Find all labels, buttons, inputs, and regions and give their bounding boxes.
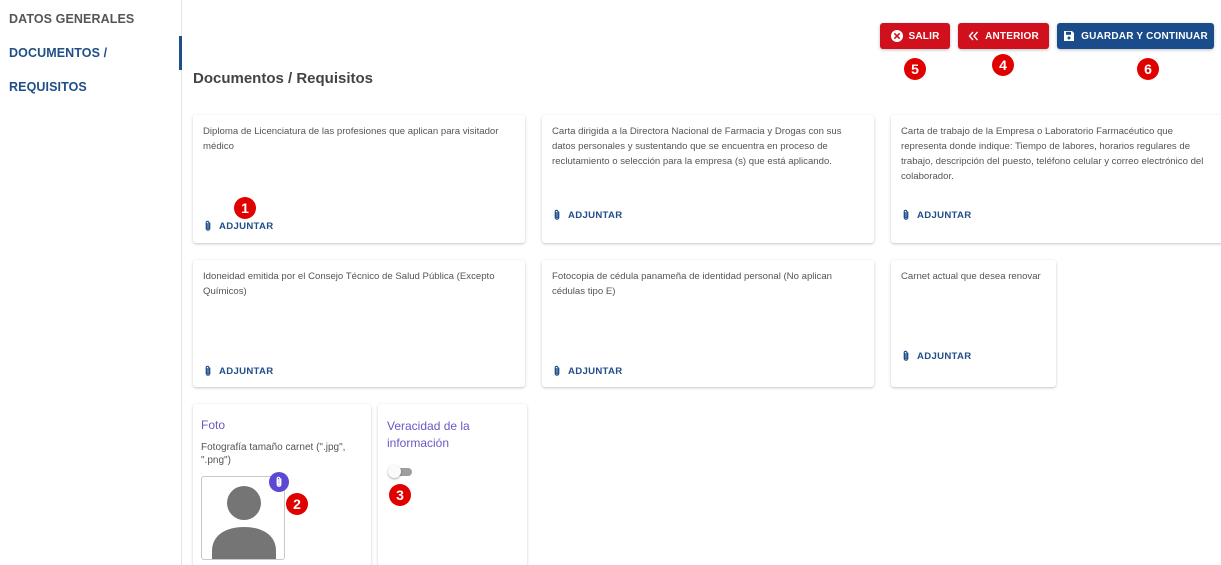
- photo-label: Foto: [201, 418, 226, 432]
- anterior-button[interactable]: ANTERIOR: [958, 23, 1049, 49]
- photo-description: Fotografía tamaño carnet (".jpg", ".png"…: [201, 442, 346, 466]
- paperclip-icon: [276, 476, 282, 487]
- attach-label: ADJUNTAR: [917, 350, 972, 362]
- guardar-y-continuar-button[interactable]: GUARDAR Y CONTINUAR: [1057, 23, 1214, 49]
- attach-button[interactable]: ADJUNTAR: [204, 220, 273, 232]
- paperclip-icon: [205, 365, 211, 376]
- salir-label: SALIR: [908, 30, 940, 42]
- guardar-label: GUARDAR Y CONTINUAR: [1081, 30, 1208, 42]
- document-description: Carta de trabajo de la Empresa o Laborat…: [901, 126, 1204, 182]
- document-card-idoneidad: Idoneidad emitida por el Consejo Técnico…: [193, 260, 525, 387]
- attach-button[interactable]: ADJUNTAR: [204, 365, 273, 377]
- attach-button[interactable]: ADJUNTAR: [902, 350, 971, 362]
- document-description: Carta dirigida a la Directora Nacional d…: [552, 126, 842, 167]
- paperclip-icon: [554, 365, 560, 376]
- callout-badge-6: 6: [1137, 58, 1159, 80]
- save-icon: [1064, 31, 1075, 41]
- document-description: Idoneidad emitida por el Consejo Técnico…: [203, 271, 495, 297]
- attach-label: ADJUNTAR: [568, 209, 623, 221]
- document-card-carta-trabajo: Carta de trabajo de la Empresa o Laborat…: [891, 115, 1221, 243]
- document-description: Fotocopia de cédula panameña de identida…: [552, 271, 833, 297]
- photo-card: Foto Fotografía tamaño carnet (".jpg", "…: [193, 404, 371, 565]
- paperclip-icon: [554, 209, 560, 220]
- attach-button[interactable]: ADJUNTAR: [553, 209, 622, 221]
- attach-label: ADJUNTAR: [219, 365, 274, 377]
- attach-label: ADJUNTAR: [219, 220, 274, 232]
- document-card-diploma: Diploma de Licenciatura de las profesion…: [193, 115, 525, 243]
- callout-badge-1: 1: [234, 197, 256, 219]
- toggle-thumb: [388, 465, 401, 478]
- sidebar-item-documentos-requisitos[interactable]: DOCUMENTOS / REQUISITOS: [0, 36, 182, 94]
- document-card-carnet: Carnet actual que desea renovar ADJUNTAR: [891, 260, 1056, 387]
- attach-button[interactable]: ADJUNTAR: [902, 209, 971, 221]
- sidebar-item-datos-generales[interactable]: DATOS GENERALES: [0, 2, 182, 36]
- callout-badge-5: 5: [904, 58, 926, 80]
- paperclip-icon: [903, 209, 909, 220]
- salir-button[interactable]: SALIR: [880, 23, 950, 49]
- paperclip-icon: [205, 220, 211, 231]
- callout-badge-4: 4: [992, 54, 1014, 76]
- veracity-label: Veracidad de la información: [387, 419, 470, 450]
- photo-attach-button[interactable]: [269, 472, 289, 492]
- document-description: Carnet actual que desea renovar: [901, 271, 1041, 282]
- anterior-label: ANTERIOR: [985, 30, 1039, 42]
- attach-label: ADJUNTAR: [917, 209, 972, 221]
- paperclip-icon: [903, 350, 909, 361]
- callout-badge-3: 3: [389, 484, 411, 506]
- document-card-carta-directora: Carta dirigida a la Directora Nacional d…: [542, 115, 874, 243]
- document-description: Diploma de Licenciatura de las profesion…: [203, 126, 499, 152]
- callout-badge-2: 2: [286, 493, 308, 515]
- document-card-cedula: Fotocopia de cédula panameña de identida…: [542, 260, 874, 387]
- double-chevron-left-icon: [968, 31, 979, 41]
- close-circle-icon: [890, 30, 903, 42]
- sidebar: DATOS GENERALES DOCUMENTOS / REQUISITOS: [0, 0, 182, 565]
- page-title: Documentos / Requisitos: [193, 70, 374, 87]
- attach-label: ADJUNTAR: [568, 365, 623, 377]
- veracity-toggle[interactable]: [388, 465, 412, 478]
- attach-button[interactable]: ADJUNTAR: [553, 365, 622, 377]
